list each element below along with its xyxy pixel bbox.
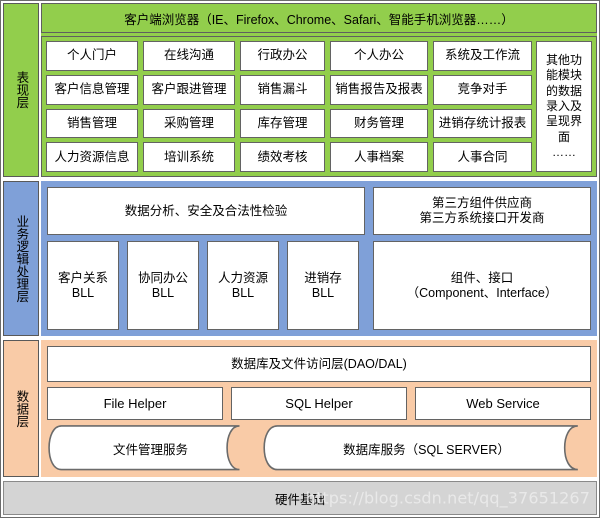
module-customer-followup-management[interactable]: 客户跟进管理	[143, 74, 235, 105]
presentation-module-grid: 个人门户 在线沟通 行政办公 个人办公 系统及工作流 客户信息管理 客户跟进管理…	[46, 41, 532, 173]
module-other-functions[interactable]: 其他功 能模块 的数据 录入及 呈现界 面 ……	[536, 41, 592, 173]
other-functions-text: 其他功 能模块 的数据 录入及 呈现界 面 ……	[546, 53, 582, 161]
module-sales-management[interactable]: 销售管理	[46, 108, 138, 139]
module-finance-management[interactable]: 财务管理	[330, 108, 428, 139]
database-service-cylinder[interactable]: 数据库服务（SQL SERVER）	[262, 425, 591, 471]
module-personal-office[interactable]: 个人办公	[330, 41, 428, 71]
presentation-module-row: 个人门户 在线沟通 行政办公 个人办公 系统及工作流	[46, 41, 532, 71]
presentation-module-row: 人力资源信息 培训系统 绩效考核 人事档案 人事合同	[46, 142, 532, 173]
bll-text: 进销存 BLL	[304, 271, 342, 301]
module-hr-information[interactable]: 人力资源信息	[46, 142, 138, 173]
bll-line1: 客户关系	[57, 270, 108, 285]
other-functions-line: 其他功	[545, 52, 582, 67]
module-personnel-archive[interactable]: 人事档案	[330, 142, 428, 173]
other-functions-line: 能模块	[545, 68, 582, 83]
helper-row: File Helper SQL Helper Web Service	[47, 387, 591, 421]
business-bottom-row: 客户关系 BLL 协同办公 BLL 人力资源 BLL 进销存 BLL 组件、接口…	[47, 241, 591, 331]
module-sales-funnel[interactable]: 销售漏斗	[240, 74, 325, 105]
bll-inventory-sales[interactable]: 进销存 BLL	[287, 241, 359, 331]
presentation-layer: 表现层 客户端浏览器（IE、Firefox、Chrome、Safari、智能手机…	[1, 1, 599, 179]
presentation-module-row: 客户信息管理 客户跟进管理 销售漏斗 销售报告及报表 竞争对手	[46, 74, 532, 105]
data-layer-panel: 数据库及文件访问层(DAO/DAL) File Helper SQL Helpe…	[41, 340, 597, 477]
data-layer-body: 数据库及文件访问层(DAO/DAL) File Helper SQL Helpe…	[41, 340, 597, 477]
component-interface-box[interactable]: 组件、接口 （Component、Interface）	[373, 241, 591, 331]
hardware-base-label: 硬件基础	[274, 492, 325, 507]
data-layer: 数据层 数据库及文件访问层(DAO/DAL) File Helper SQL H…	[1, 338, 599, 479]
module-online-communication[interactable]: 在线沟通	[143, 41, 235, 71]
presentation-module-row: 销售管理 采购管理 库存管理 财务管理 进销存统计报表	[46, 108, 532, 139]
bll-human-resources[interactable]: 人力资源 BLL	[207, 241, 279, 331]
bll-text: 客户关系 BLL	[58, 271, 108, 301]
web-service-box[interactable]: Web Service	[415, 387, 591, 421]
bll-line2: BLL	[231, 285, 255, 300]
other-functions-line: 面	[557, 129, 570, 144]
architecture-diagram: 表现层 客户端浏览器（IE、Firefox、Chrome、Safari、智能手机…	[0, 0, 600, 518]
module-personnel-contract[interactable]: 人事合同	[433, 142, 532, 173]
sql-helper-box[interactable]: SQL Helper	[231, 387, 407, 421]
file-management-service-cylinder[interactable]: 文件管理服务	[47, 425, 254, 471]
bll-line2: BLL	[71, 285, 95, 300]
business-logic-layer-body: 数据分析、安全及合法性检验 第三方组件供应商 第三方系统接口开发商 客户关系 B…	[41, 181, 597, 337]
presentation-layer-body: 客户端浏览器（IE、Firefox、Chrome、Safari、智能手机浏览器……	[41, 3, 597, 178]
module-customer-info-management[interactable]: 客户信息管理	[46, 74, 138, 105]
business-top-row: 数据分析、安全及合法性检验 第三方组件供应商 第三方系统接口开发商	[47, 187, 591, 236]
other-functions-line: 的数据	[545, 83, 582, 98]
other-functions-line: 呈现界	[545, 114, 582, 129]
bll-line1: 协同办公	[137, 270, 188, 285]
database-service-label: 数据库服务（SQL SERVER）	[343, 442, 510, 457]
dao-dal-box[interactable]: 数据库及文件访问层(DAO/DAL)	[47, 346, 591, 383]
bll-line1: 人力资源	[217, 270, 268, 285]
other-functions-line: ……	[551, 144, 576, 159]
module-purchase-management[interactable]: 采购管理	[143, 108, 235, 139]
third-party-text: 第三方组件供应商 第三方系统接口开发商	[419, 196, 544, 226]
third-party-line1: 第三方组件供应商	[431, 196, 532, 211]
presentation-modules-panel: 个人门户 在线沟通 行政办公 个人办公 系统及工作流 客户信息管理 客户跟进管理…	[41, 36, 597, 178]
service-cylinder-row: 文件管理服务 数据库服务（SQL SERVER）	[47, 425, 591, 471]
presentation-layer-tab: 表现层	[3, 3, 39, 178]
other-functions-line: 录入及	[545, 98, 582, 113]
bll-text: 协同办公 BLL	[138, 271, 188, 301]
module-inventory-management[interactable]: 库存管理	[240, 108, 325, 139]
bll-line2: BLL	[151, 285, 175, 300]
module-competitors[interactable]: 竞争对手	[433, 74, 532, 105]
module-sales-report[interactable]: 销售报告及报表	[330, 74, 428, 105]
third-party-line2: 第三方系统接口开发商	[419, 211, 545, 226]
bll-collaborative-office[interactable]: 协同办公 BLL	[127, 241, 199, 331]
business-logic-layer: 业务逻辑处理层 数据分析、安全及合法性检验 第三方组件供应商 第三方系统接口开发…	[1, 179, 599, 338]
module-inventory-statistics-report[interactable]: 进销存统计报表	[433, 108, 532, 139]
data-layer-tab: 数据层	[3, 340, 39, 477]
watermark-text: https://blog.csdn.net/qq_37651267	[305, 488, 590, 508]
bll-text: 人力资源 BLL	[218, 271, 268, 301]
module-training-system[interactable]: 培训系统	[143, 142, 235, 173]
component-text: 组件、接口 （Component、Interface）	[407, 271, 558, 301]
business-logic-panel: 数据分析、安全及合法性检验 第三方组件供应商 第三方系统接口开发商 客户关系 B…	[41, 181, 597, 337]
module-personal-portal[interactable]: 个人门户	[46, 41, 138, 71]
bll-customer-relationship[interactable]: 客户关系 BLL	[47, 241, 119, 331]
module-administrative-office[interactable]: 行政办公	[240, 41, 325, 71]
hardware-base-bar: 硬件基础 https://blog.csdn.net/qq_37651267	[3, 481, 597, 515]
data-analysis-security-box[interactable]: 数据分析、安全及合法性检验	[47, 187, 365, 236]
bll-line1: 进销存	[304, 270, 342, 285]
file-helper-box[interactable]: File Helper	[47, 387, 223, 421]
component-line1: 组件、接口	[450, 270, 514, 285]
module-performance-appraisal[interactable]: 绩效考核	[240, 142, 325, 173]
module-system-workflow[interactable]: 系统及工作流	[433, 41, 532, 71]
component-line2: （Component、Interface）	[406, 285, 558, 300]
third-party-supplier-box[interactable]: 第三方组件供应商 第三方系统接口开发商	[373, 187, 591, 236]
client-browser-bar: 客户端浏览器（IE、Firefox、Chrome、Safari、智能手机浏览器……	[41, 3, 597, 33]
bll-line2: BLL	[311, 285, 335, 300]
file-management-service-label: 文件管理服务	[112, 442, 188, 457]
business-logic-layer-tab: 业务逻辑处理层	[3, 181, 39, 337]
